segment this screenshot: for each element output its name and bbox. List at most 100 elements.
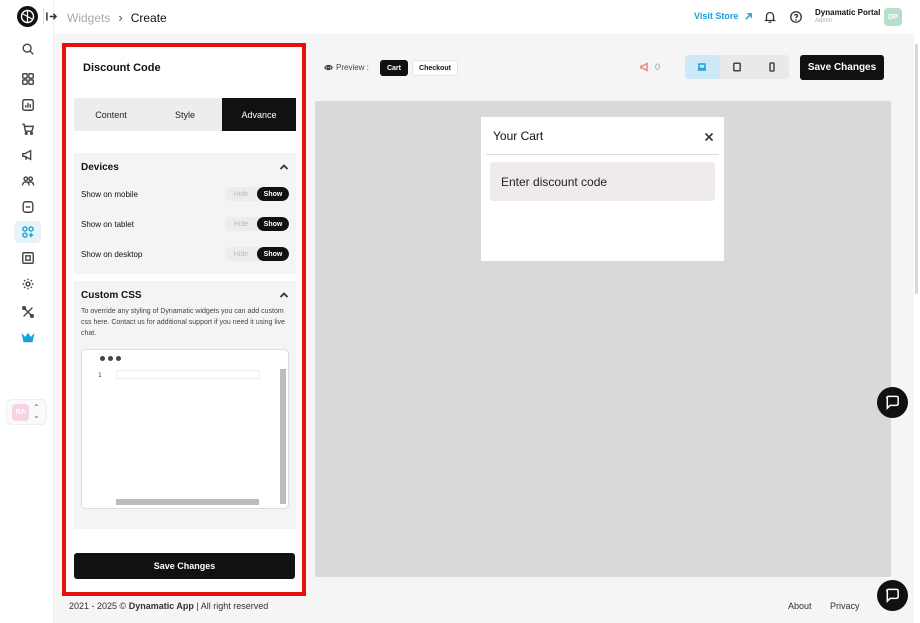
footer-link-about[interactable]: About <box>788 601 812 611</box>
settings-tabs: Content Style Advance <box>74 98 296 131</box>
likes-count: 0 <box>655 62 661 72</box>
breadcrumb-parent[interactable]: Widgets <box>67 11 110 25</box>
desktop-view-button[interactable] <box>685 55 720 79</box>
grid-icon[interactable] <box>14 68 41 90</box>
preview-label-text: Preview : <box>336 63 369 72</box>
profile-avatar[interactable]: DP <box>884 8 902 26</box>
brand-name: Dynamatic App <box>128 601 194 611</box>
breadcrumb: Widgets › Create <box>67 10 167 25</box>
top-bar: Widgets › Create Visit Store Dynamatic P… <box>0 0 920 34</box>
device-label: Show on desktop <box>81 249 143 259</box>
breadcrumb-separator: › <box>118 10 123 25</box>
toggle-show[interactable]: Show <box>257 247 289 261</box>
collapse-sidebar-icon[interactable] <box>43 8 59 24</box>
toggle-hide[interactable]: Hide <box>225 217 257 231</box>
megaphone-icon[interactable] <box>14 144 41 166</box>
profile-info[interactable]: Dynamatic Portal Admin <box>815 8 880 24</box>
toggle-show[interactable]: Show <box>257 187 289 201</box>
preview-tab-cart[interactable]: Cart <box>380 60 408 76</box>
toggle-hide[interactable]: Hide <box>225 247 257 261</box>
divider <box>486 154 719 155</box>
preview-toolbar: Preview : Cart Checkout 0 Save Changes <box>315 52 895 82</box>
page-title: Create <box>130 10 167 25</box>
chat-bubble-button[interactable] <box>877 387 908 418</box>
preview-tab-checkout[interactable]: Checkout <box>412 60 458 76</box>
scan-icon[interactable] <box>14 247 41 269</box>
list-icon[interactable] <box>14 196 41 218</box>
chevron-updown-icon: ⌃ ⌄ <box>33 403 40 420</box>
page-scrollbar-thumb[interactable] <box>915 44 918 294</box>
toggle-hide[interactable]: Hide <box>225 187 257 201</box>
custom-css-title: Custom CSS <box>81 289 142 301</box>
device-row-mobile: Show on mobile Hide Show <box>81 184 289 204</box>
chat-bubble-button[interactable] <box>877 580 908 611</box>
device-label: Show on tablet <box>81 219 134 229</box>
search-icon[interactable] <box>14 38 41 60</box>
devices-section: Devices Show on mobile Hide Show Show on… <box>74 153 296 274</box>
footer-link-privacy[interactable]: Privacy <box>830 601 860 611</box>
chevron-up-icon <box>279 292 289 298</box>
device-row-tablet: Show on tablet Hide Show <box>81 214 289 234</box>
user-switcher[interactable]: RA ⌃ ⌄ <box>6 399 47 425</box>
preview-label: Preview : <box>324 63 369 72</box>
widgets-icon[interactable] <box>14 221 41 243</box>
users-icon[interactable] <box>14 170 41 192</box>
tablet-view-button[interactable] <box>720 55 755 79</box>
laptop-icon <box>698 63 707 71</box>
close-icon[interactable] <box>704 131 714 142</box>
cart-title: Your Cart <box>493 129 544 143</box>
help-icon[interactable] <box>788 9 804 25</box>
eye-icon <box>324 64 333 71</box>
mobile-view-button[interactable] <box>754 55 789 79</box>
settings-panel: Discount Code Content Style Advance Devi… <box>65 45 302 592</box>
more-dots-icon[interactable] <box>100 356 121 361</box>
visibility-toggle[interactable]: Hide Show <box>225 247 289 261</box>
custom-css-section-header[interactable]: Custom CSS <box>74 281 296 309</box>
chevron-up-icon <box>279 164 289 170</box>
tablet-icon <box>733 62 741 72</box>
crown-icon[interactable] <box>14 327 41 349</box>
css-code-editor[interactable]: 1 <box>81 349 289 509</box>
device-row-desktop: Show on desktop Hide Show <box>81 244 289 264</box>
sidebar-rail: RA ⌃ ⌄ <box>0 0 54 623</box>
devices-section-title: Devices <box>81 161 119 173</box>
device-label: Show on mobile <box>81 189 138 199</box>
preview-canvas: Your Cart Enter discount code <box>315 101 891 577</box>
settings-icon[interactable] <box>14 273 41 295</box>
tab-style[interactable]: Style <box>148 98 222 131</box>
megaphone-icon <box>640 62 648 72</box>
editor-horizontal-scrollbar[interactable] <box>116 499 259 505</box>
chart-icon[interactable] <box>14 94 41 116</box>
page-scrollbar[interactable] <box>914 34 920 623</box>
chat-icon <box>886 395 899 410</box>
toggle-show[interactable]: Show <box>257 217 289 231</box>
bell-icon[interactable] <box>762 9 778 25</box>
line-number: 1 <box>98 372 102 379</box>
visibility-toggle[interactable]: Hide Show <box>225 187 289 201</box>
visit-store-link[interactable]: Visit Store <box>694 11 753 21</box>
mobile-icon <box>768 62 775 72</box>
footer: 2021 - 2025 © Dynamatic App | All right … <box>54 595 914 617</box>
external-arrow-icon <box>745 12 753 20</box>
copyright-prefix: 2021 - 2025 © <box>69 601 127 611</box>
custom-css-section: Custom CSS To override any styling of Dy… <box>74 281 296 529</box>
profile-role: Admin <box>815 18 833 24</box>
copyright: 2021 - 2025 © Dynamatic App | All right … <box>69 601 268 611</box>
save-changes-top-button[interactable]: Save Changes <box>800 55 884 80</box>
cart-icon[interactable] <box>14 118 41 140</box>
likes-counter[interactable]: 0 <box>640 62 660 72</box>
devices-section-header[interactable]: Devices <box>74 153 296 181</box>
panel-title: Discount Code <box>83 62 161 74</box>
chat-icon <box>886 588 899 603</box>
discount-code-input[interactable]: Enter discount code <box>490 162 715 201</box>
save-changes-button[interactable]: Save Changes <box>74 553 295 579</box>
copyright-suffix: | All right reserved <box>196 601 269 611</box>
tools-icon[interactable] <box>14 301 41 323</box>
editor-vertical-scrollbar[interactable] <box>280 369 286 504</box>
tab-advance[interactable]: Advance <box>222 98 296 131</box>
tab-content[interactable]: Content <box>74 98 148 131</box>
editor-active-line[interactable] <box>116 370 260 379</box>
visibility-toggle[interactable]: Hide Show <box>225 217 289 231</box>
avatar: RA <box>12 403 29 421</box>
visit-store-label: Visit Store <box>694 11 739 21</box>
